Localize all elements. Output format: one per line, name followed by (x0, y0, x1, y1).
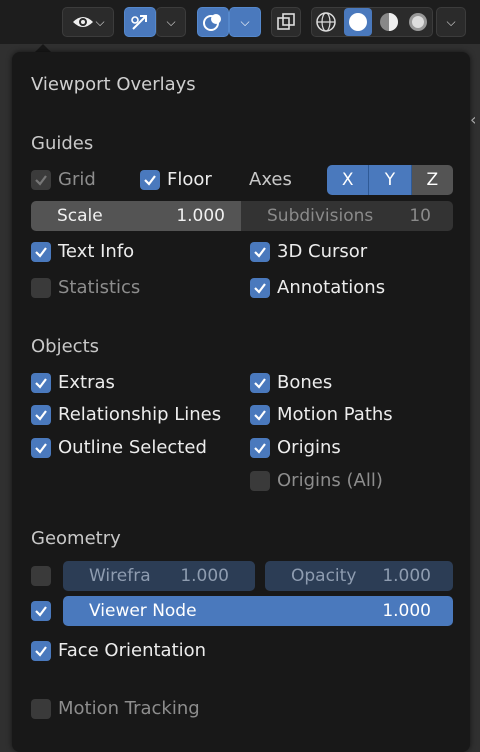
outline-selected-checkbox[interactable] (31, 438, 51, 458)
view-object-types-button[interactable]: ⌵ (62, 7, 114, 37)
xray-icon (276, 12, 296, 32)
viewer-node-checkbox[interactable] (31, 601, 51, 621)
motion-tracking-checkbox[interactable] (31, 699, 51, 719)
checkmark-icon (35, 443, 47, 454)
bones-label: Bones (277, 372, 333, 393)
section-objects-heading: Objects (31, 336, 100, 357)
wireframe-icon[interactable] (315, 11, 337, 33)
viewer-node-label: Viewer Node (89, 601, 197, 621)
gizmo-arrow-icon (129, 11, 151, 33)
face-orientation-label: Face Orientation (58, 640, 207, 661)
checkmark-icon (254, 443, 266, 454)
checkmark-icon (254, 247, 266, 258)
checkmark-icon (254, 378, 266, 389)
motion-paths-checkbox[interactable] (250, 405, 270, 425)
checkmark-icon (254, 410, 266, 421)
checkmark-icon (35, 378, 47, 389)
chevron-down-icon: ⌵ (166, 14, 176, 29)
relationship-lines-checkbox[interactable] (31, 405, 51, 425)
shading-dropdown-button[interactable]: ⌵ (436, 7, 466, 37)
viewer-node-value: 1.000 (382, 601, 431, 621)
grid-label: Grid (58, 169, 96, 190)
wireframe-label: Wirefra (89, 566, 151, 586)
section-geometry-heading: Geometry (31, 528, 121, 549)
opacity-label: Opacity (291, 566, 357, 586)
overlays-toggle-button[interactable] (197, 7, 229, 37)
axes-label: Axes (249, 169, 292, 190)
eye-icon (71, 12, 95, 32)
wireframe-checkbox[interactable] (31, 566, 51, 586)
viewport-header: ⌵ ⌵ ⌵ ⌵ (0, 0, 480, 44)
3d-cursor-label: 3D Cursor (277, 241, 368, 262)
motion-tracking-label: Motion Tracking (58, 698, 200, 719)
overlays-icon (202, 11, 224, 33)
checkmark-icon (35, 606, 47, 617)
gizmo-dropdown-button[interactable]: ⌵ (156, 7, 186, 37)
checkmark-icon (35, 247, 47, 258)
face-orientation-checkbox[interactable] (31, 641, 51, 661)
chevron-down-icon: ⌵ (446, 14, 456, 29)
floor-label: Floor (167, 169, 212, 190)
chevron-down-icon: ⌵ (95, 14, 105, 29)
bones-checkbox[interactable] (250, 373, 270, 393)
text-info-label: Text Info (58, 241, 135, 262)
extras-checkbox[interactable] (31, 373, 51, 393)
opacity-field[interactable]: Opacity 1.000 (265, 561, 453, 591)
overlays-dropdown-button[interactable]: ⌵ (229, 7, 261, 37)
annotations-checkbox[interactable] (250, 278, 270, 298)
solid-icon[interactable] (343, 8, 372, 36)
text-info-checkbox[interactable] (31, 242, 51, 262)
origins-label: Origins (277, 437, 341, 458)
scale-field[interactable]: Scale 1.000 (31, 201, 241, 231)
subdivisions-value: 10 (409, 206, 431, 226)
checkmark-icon (35, 175, 47, 186)
axis-y-toggle[interactable]: Y (369, 165, 412, 195)
outline-selected-label: Outline Selected (58, 437, 207, 458)
scale-value: 1.000 (176, 206, 225, 226)
origins-all-checkbox[interactable] (250, 471, 270, 491)
floor-checkbox[interactable] (140, 170, 160, 190)
section-guides-heading: Guides (31, 133, 94, 154)
checkmark-icon (254, 283, 266, 294)
statistics-label: Statistics (58, 277, 141, 298)
opacity-value: 1.000 (382, 566, 431, 586)
xray-toggle-button[interactable] (271, 7, 301, 37)
subdivisions-field[interactable]: Subdivisions 10 (241, 201, 453, 231)
origins-all-label: Origins (All) (277, 470, 383, 491)
viewer-node-slider[interactable]: Viewer Node 1.000 (63, 596, 453, 626)
extras-label: Extras (58, 372, 115, 393)
checkmark-icon (35, 410, 47, 421)
relationship-lines-label: Relationship Lines (58, 404, 222, 425)
grid-checkbox[interactable] (31, 170, 51, 190)
3d-cursor-checkbox[interactable] (250, 242, 270, 262)
wireframe-field[interactable]: Wirefra 1.000 (63, 561, 255, 591)
annotations-label: Annotations (277, 277, 386, 298)
material-preview-icon[interactable] (378, 11, 400, 33)
popover-title: Viewport Overlays (31, 74, 196, 95)
axes-toggle-group: X Y Z (327, 165, 453, 195)
subdivisions-label: Subdivisions (267, 206, 374, 226)
checkmark-icon (144, 175, 156, 186)
axis-z-toggle[interactable]: Z (411, 165, 453, 195)
popover-notch (35, 44, 51, 52)
statistics-checkbox[interactable] (31, 278, 51, 298)
chevron-down-icon: ⌵ (240, 14, 250, 29)
wireframe-value: 1.000 (180, 566, 229, 586)
checkmark-icon (35, 646, 47, 657)
scale-label: Scale (57, 206, 103, 226)
chevron-left-icon[interactable]: ‹ (470, 110, 476, 129)
axis-x-toggle[interactable]: X (327, 165, 370, 195)
motion-paths-label: Motion Paths (277, 404, 393, 425)
gizmo-toggle-button[interactable] (124, 7, 156, 37)
origins-checkbox[interactable] (250, 438, 270, 458)
rendered-icon[interactable] (407, 11, 429, 33)
shading-mode-group (311, 7, 433, 37)
